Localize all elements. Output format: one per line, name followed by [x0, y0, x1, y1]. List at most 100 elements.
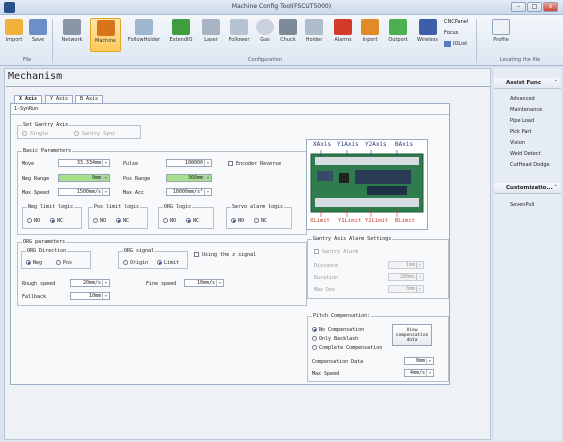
gantry-legend: Set Gantry Axis — [22, 122, 70, 128]
sidebar-item-maintenance[interactable]: Maintenance — [510, 107, 542, 113]
assist-func-header[interactable]: Assist Func ˄ — [494, 78, 561, 89]
complete-compensation-radio[interactable] — [312, 345, 317, 350]
inport-button[interactable]: Inport — [358, 18, 382, 52]
iolist-link[interactable]: IOList — [453, 41, 467, 47]
extendio-button[interactable]: ExtendIO — [167, 18, 195, 52]
origin-radio[interactable] — [123, 260, 128, 265]
wireless-icon — [418, 19, 437, 35]
chevron-down-icon: ▾ — [426, 358, 433, 364]
focus-link[interactable]: Focus — [444, 30, 458, 36]
outport-label: Outport — [388, 37, 408, 43]
profile-button[interactable]: Profile — [488, 18, 514, 52]
machine-button[interactable]: Machine — [90, 18, 121, 52]
org-direction-legend: ORG Direction — [26, 248, 68, 254]
max-acc-label: Max Acc — [123, 190, 145, 196]
neg-logic-no-radio[interactable] — [27, 218, 32, 223]
sidebar-item-vision[interactable]: Vision — [510, 140, 525, 146]
follower-label: Follower — [228, 37, 250, 43]
sidebar-item-pick-part[interactable]: Pick Part — [510, 129, 531, 135]
alarms-button[interactable]: Alarms — [331, 18, 355, 52]
org-pos-radio[interactable] — [56, 260, 61, 265]
neg-label: Neg — [33, 260, 43, 266]
rough-speed-select[interactable]: 20mm/s ▾ — [70, 279, 110, 287]
tab-y-axis[interactable]: Y Axis — [45, 95, 74, 103]
right-sidebar: Assist Func ˄ Advanced Maintenance Pipe L… — [494, 68, 561, 440]
cncpanel-link[interactable]: CNCPanel — [444, 19, 468, 25]
pulse-value: 100000 — [184, 160, 203, 166]
gantry-alarm-checkbox[interactable] — [314, 249, 319, 254]
chevron-down-icon: ▾ — [102, 280, 109, 286]
sidebar-item-weld-detect[interactable]: Weld Detect — [510, 151, 541, 157]
gantry-alarm-label: Gantry Alarm — [322, 249, 359, 255]
encoder-reverse-checkbox[interactable] — [228, 161, 233, 166]
org-neg-radio[interactable] — [26, 260, 31, 265]
divider — [11, 114, 449, 115]
gas-button[interactable]: Gas — [256, 18, 274, 52]
pos-range-select[interactable]: 360mm ▾ — [166, 174, 212, 182]
limit-radio[interactable] — [157, 260, 162, 265]
customization-header[interactable]: Customizatio... ˄ — [494, 183, 561, 194]
neg-range-select[interactable]: 0mm ▾ — [58, 174, 110, 182]
chuck-button[interactable]: Chuck — [277, 18, 299, 52]
assist-func-title: Assist Func — [506, 80, 542, 86]
holder-label: Holder — [305, 37, 323, 43]
pos-logic-nc-radio[interactable] — [116, 218, 121, 223]
close-button[interactable]: x — [543, 2, 558, 12]
alarm-icon — [334, 19, 352, 35]
pitch-max-speed-select[interactable]: 4mm/s ▾ — [404, 369, 434, 377]
org-logic-no-radio[interactable] — [163, 218, 168, 223]
single-radio[interactable] — [22, 131, 27, 136]
list-icon — [444, 41, 451, 47]
max-dev-select[interactable]: 3mm ▾ — [388, 285, 424, 293]
tab-x-axis[interactable]: X Axis — [14, 95, 43, 103]
move-select[interactable]: 33.334mm ▾ — [58, 159, 110, 167]
outport-button[interactable]: Outport — [385, 18, 411, 52]
maximize-button[interactable]: □ — [527, 2, 542, 12]
followholder-button[interactable]: FollowHolder — [124, 18, 164, 52]
tab-b-axis[interactable]: B Axis — [75, 95, 104, 103]
sidebar-item-advanced[interactable]: Advanced — [510, 96, 535, 102]
import-button[interactable]: Import — [3, 18, 25, 52]
servo-logic-no-radio[interactable] — [231, 218, 236, 223]
pos-logic-no-radio[interactable] — [93, 218, 98, 223]
gantry-sync-radio[interactable] — [74, 131, 79, 136]
org-logic-nc-radio[interactable] — [186, 218, 191, 223]
max-acc-select[interactable]: 10000mm/s² ▾ — [166, 188, 212, 196]
subtab-label[interactable]: 1-SynRun — [14, 106, 38, 112]
servo-logic-nc-radio[interactable] — [254, 218, 259, 223]
import-label: Import — [5, 37, 23, 43]
minimize-button[interactable]: – — [511, 2, 526, 12]
save-button[interactable]: Save — [27, 18, 49, 52]
divider — [52, 19, 53, 63]
fallback-select[interactable]: 10mm ▾ — [70, 292, 110, 300]
wireless-button[interactable]: Wireless — [414, 18, 441, 52]
sidebar-item-sevenpull[interactable]: SevenPull — [510, 202, 534, 208]
org-legend: ORG parameters — [22, 239, 67, 245]
z-signal-checkbox[interactable] — [194, 252, 199, 257]
fine-speed-select[interactable]: 10mm/s ▾ — [184, 279, 224, 287]
distance-select[interactable]: 1mm ▾ — [388, 261, 424, 269]
pitch-max-speed-value: 4mm/s — [409, 370, 425, 376]
max-speed-select[interactable]: 1500mm/s ▾ — [58, 188, 110, 196]
laser-button[interactable]: Laser — [200, 18, 222, 52]
sidebar-item-cuthead-dodge[interactable]: CutHead Dodge — [510, 162, 550, 168]
sidebar-item-pipe-load[interactable]: Pipe Load — [510, 118, 534, 124]
compensation-data-select[interactable]: 0mm ▾ — [404, 357, 434, 365]
save-label: Save — [31, 37, 45, 43]
only-backlash-radio[interactable] — [312, 336, 317, 341]
network-button[interactable]: Network — [57, 18, 87, 52]
follower-button[interactable]: Follower — [225, 18, 253, 52]
chip — [339, 173, 349, 183]
pos-range-value: 360mm — [187, 175, 203, 181]
pitch-legend: Pitch Compensation: — [312, 313, 372, 319]
no-compensation-label: No Compensation — [319, 327, 365, 333]
alarms-label: Alarms — [334, 37, 352, 43]
no-compensation-radio[interactable] — [312, 327, 317, 332]
nc-label: NC — [193, 218, 200, 224]
duration-select[interactable]: 200ms ▾ — [388, 273, 424, 281]
holder-button[interactable]: Holder — [302, 18, 326, 52]
view-compensation-button[interactable]: View compensation data — [392, 324, 432, 346]
label-y2axis: Y2Axis — [365, 141, 387, 148]
neg-logic-nc-radio[interactable] — [50, 218, 55, 223]
pulse-select[interactable]: 100000 ▾ — [166, 159, 212, 167]
